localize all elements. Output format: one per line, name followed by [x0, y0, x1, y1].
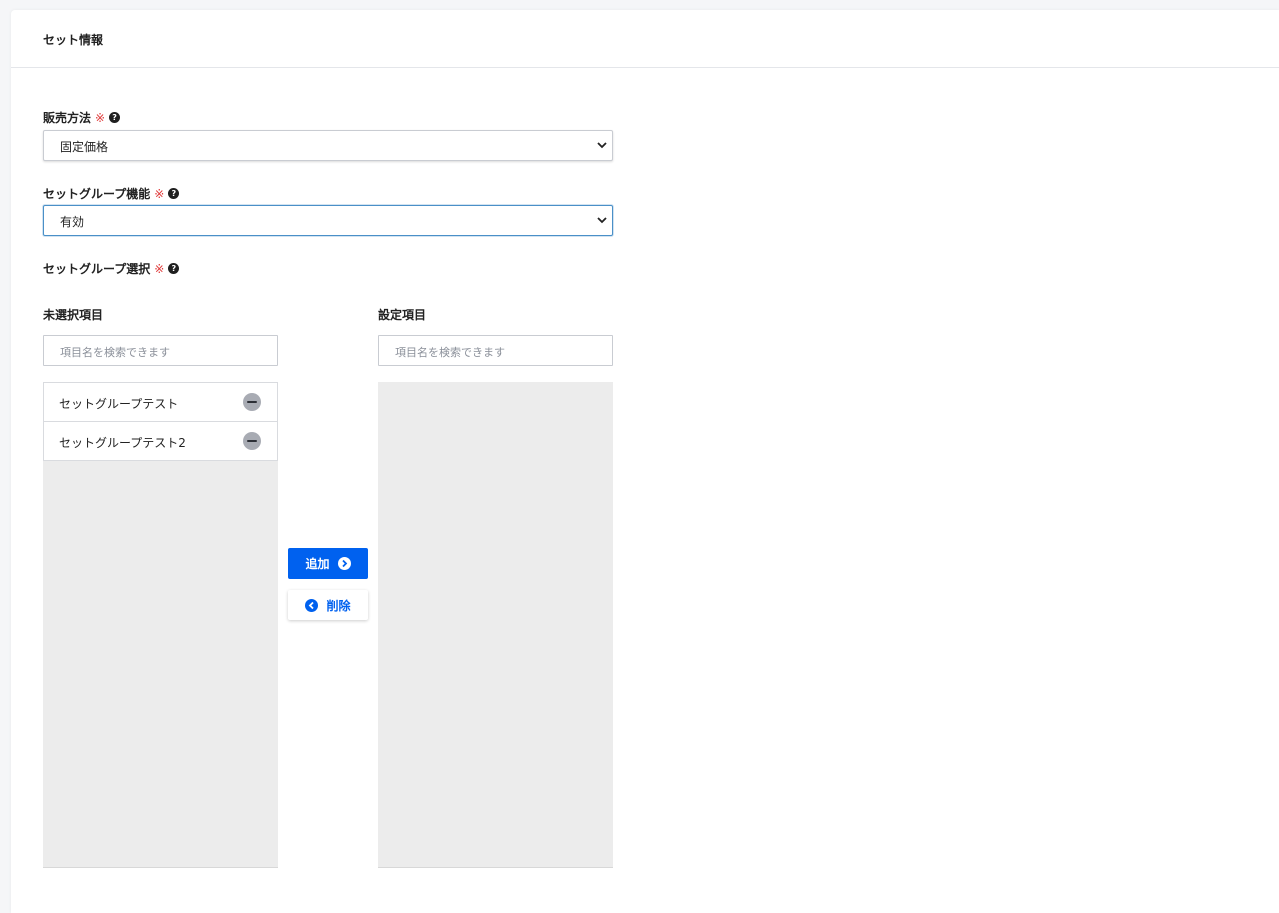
- chevron-down-icon: [597, 217, 607, 224]
- add-button-label: 追加: [305, 557, 330, 571]
- minus-circle-icon[interactable]: [243, 432, 261, 450]
- required-mark: ※: [95, 110, 106, 125]
- set-group-function-value: 有効: [60, 215, 85, 229]
- set-group-function-label-text: セットグループ機能: [43, 187, 151, 201]
- list-item-label: セットグループテスト2: [59, 436, 186, 450]
- set-group-function-select[interactable]: 有効: [43, 205, 613, 236]
- set-group-selection-label: セットグループ選択 ※ ?: [43, 260, 180, 277]
- chevron-down-icon: [597, 142, 607, 149]
- unselected-title: 未選択項目: [43, 308, 104, 322]
- search-placeholder: 項目名を検索できます: [395, 346, 505, 359]
- remove-button[interactable]: 削除: [288, 590, 368, 620]
- sales-method-label: 販売方法 ※ ?: [43, 109, 121, 126]
- card-title: セット情報: [43, 33, 104, 47]
- list-item[interactable]: セットグループテスト2: [43, 421, 278, 461]
- set-group-selection-label-text: セットグループ選択: [43, 262, 151, 276]
- chevron-right-circle-icon: [337, 557, 351, 570]
- set-group-function-label: セットグループ機能 ※ ?: [43, 185, 180, 202]
- help-icon[interactable]: ?: [109, 112, 121, 123]
- card-header: セット情報: [11, 10, 1279, 68]
- sales-method-label-text: 販売方法: [43, 111, 92, 125]
- required-mark: ※: [154, 261, 165, 276]
- list-item-label: セットグループテスト: [59, 397, 179, 411]
- search-placeholder: 項目名を検索できます: [60, 346, 170, 359]
- add-button[interactable]: 追加: [288, 548, 368, 579]
- set-info-card: セット情報 販売方法 ※ ? 固定価格 セットグループ機能 ※ ? 有効 セット…: [11, 10, 1279, 913]
- selected-search-input[interactable]: 項目名を検索できます: [378, 335, 613, 366]
- selected-list: [378, 382, 613, 868]
- selected-title: 設定項目: [378, 308, 427, 322]
- minus-circle-icon[interactable]: [243, 393, 261, 411]
- required-mark: ※: [154, 186, 165, 201]
- sales-method-value: 固定価格: [60, 140, 109, 154]
- list-item[interactable]: セットグループテスト: [43, 382, 278, 422]
- remove-button-label: 削除: [326, 598, 351, 613]
- unselected-list: セットグループテスト セットグループテスト2: [43, 382, 278, 868]
- help-icon[interactable]: ?: [168, 263, 180, 274]
- sales-method-select[interactable]: 固定価格: [43, 130, 613, 161]
- unselected-search-input[interactable]: 項目名を検索できます: [43, 335, 278, 366]
- help-icon[interactable]: ?: [168, 188, 180, 199]
- chevron-left-circle-icon: [305, 598, 319, 612]
